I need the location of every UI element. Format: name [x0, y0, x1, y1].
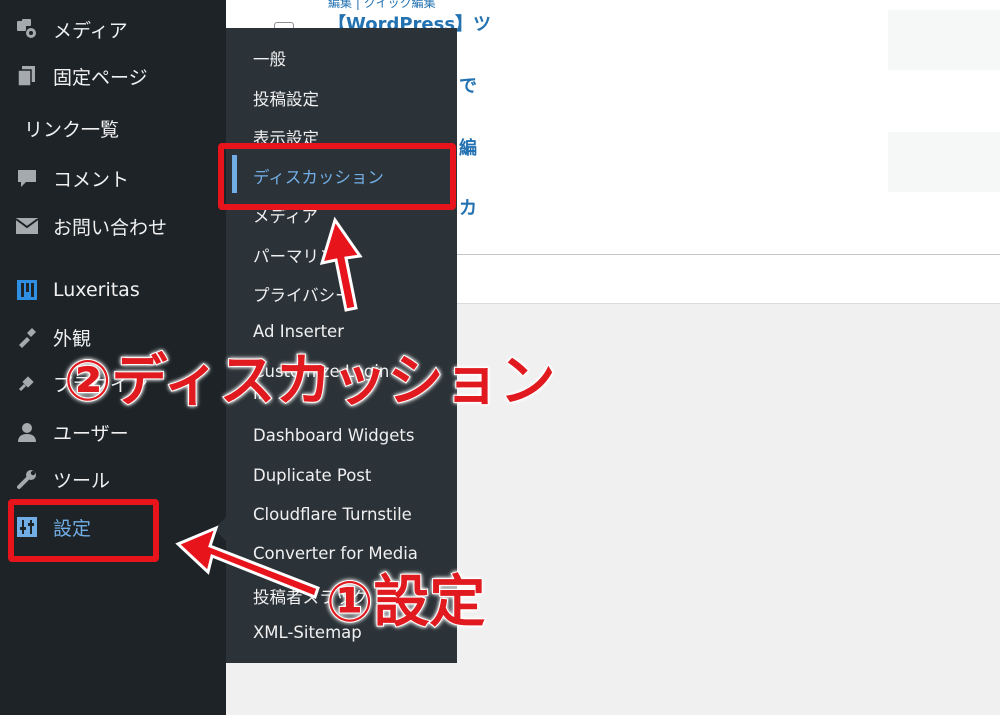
annotation-step1: ①設定 [325, 569, 486, 636]
arrow-to-discussion [319, 216, 363, 312]
arrow-to-settings [175, 525, 320, 599]
annotation-step2: ②ディスカッション [63, 348, 556, 415]
